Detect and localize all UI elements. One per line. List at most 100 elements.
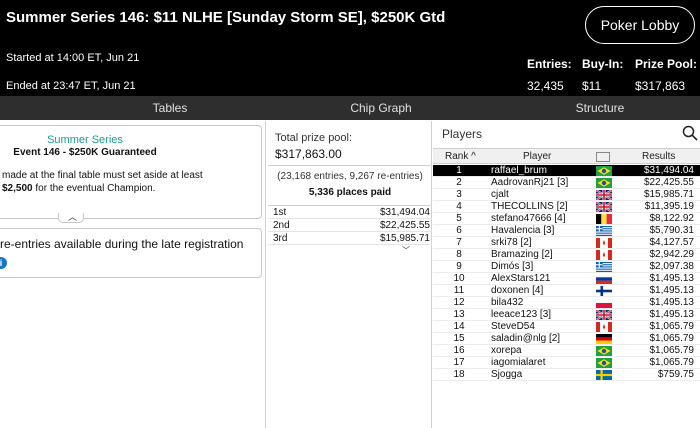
search-icon[interactable] xyxy=(682,125,698,141)
player-rank: 12 xyxy=(453,297,465,308)
player-rank: 6 xyxy=(456,225,462,236)
info-panel: Summer Series Event 146 - $250K Guarante… xyxy=(0,121,266,428)
player-result: $2,097.38 xyxy=(649,261,695,272)
started-time: Started at 14:00 ET, Jun 21 xyxy=(6,52,140,64)
player-row[interactable]: 8 Bramazing [2] $2,942.29 xyxy=(433,249,700,261)
player-row[interactable]: 1 raffael_brum $31,494.04 xyxy=(433,165,700,177)
player-row[interactable]: 11 doxonen [4] $1,495.13 xyxy=(433,285,700,297)
flag-column-header[interactable] xyxy=(596,152,610,166)
players-panel: Players Rank ^ Player Results 1 raffael_b… xyxy=(433,121,700,428)
canada-flag-icon xyxy=(596,238,612,248)
rule-amount: $2,500 xyxy=(2,183,33,194)
player-rank: 8 xyxy=(456,249,462,260)
player-name: Sjogga xyxy=(491,369,523,380)
player-row[interactable]: 2 AadrovanRj21 [3] $22,425.55 xyxy=(433,177,700,189)
player-result: $1,065.79 xyxy=(649,357,695,368)
player-rank: 7 xyxy=(456,237,462,248)
rank-column-header[interactable]: Rank ^ xyxy=(445,150,476,164)
payout-place: 1st xyxy=(273,207,287,218)
prizepool-value: $317,863 xyxy=(635,79,686,93)
player-row[interactable]: 3 cjalt $15,985.71 xyxy=(433,189,700,201)
player-column-header[interactable]: Player xyxy=(523,150,551,164)
player-row[interactable]: 18 Sjogga $759.75 xyxy=(433,369,700,381)
greece-flag-icon xyxy=(596,226,612,236)
player-result: $1,065.79 xyxy=(649,345,695,356)
player-rank: 16 xyxy=(453,345,465,356)
player-rank: 9 xyxy=(456,261,462,272)
divider xyxy=(268,165,432,166)
player-row[interactable]: 16 xorepa $1,065.79 xyxy=(433,345,700,357)
player-result: $1,495.13 xyxy=(649,285,695,296)
collapse-info-button[interactable]: ︿ xyxy=(58,212,84,223)
reentry-text: re-entries available during the late reg… xyxy=(0,237,244,251)
player-row[interactable]: 14 SteveD54 $1,065.79 xyxy=(433,321,700,333)
brazil-flag-icon xyxy=(596,178,612,188)
player-name: THECOLLINS [2] xyxy=(491,201,568,212)
player-rank: 15 xyxy=(453,333,465,344)
chevron-up-icon: ︿ xyxy=(68,212,78,222)
player-rank: 2 xyxy=(456,177,462,188)
player-result: $2,942.29 xyxy=(649,249,695,260)
prize-panel: Total prize pool: $317,863.00 (23,168 en… xyxy=(268,121,432,428)
player-name: leeace123 [3] xyxy=(491,309,552,320)
player-row[interactable]: 13 leeace123 [3] $1,495.13 xyxy=(433,309,700,321)
tournament-title: Summer Series 146: $11 NLHE [Sunday Stor… xyxy=(6,9,446,26)
tab-structure[interactable]: Structure xyxy=(500,96,700,120)
player-name: cjalt xyxy=(491,189,509,200)
player-row[interactable]: 7 srki78 [2] $4,127.57 xyxy=(433,237,700,249)
reentry-card: re-entries available during the late reg… xyxy=(0,228,262,278)
payout-row: 1st $31,494.04 xyxy=(268,206,432,219)
payout-place: 2nd xyxy=(273,220,290,231)
player-result: $5,790.31 xyxy=(649,225,695,236)
sweden-flag-icon xyxy=(596,370,612,380)
total-prize-pool-label: Total prize pool: xyxy=(275,132,353,144)
player-result: $1,495.13 xyxy=(649,297,695,308)
finland-flag-icon xyxy=(596,286,612,296)
info-icon[interactable]: i xyxy=(0,257,7,269)
russia-flag-icon xyxy=(596,274,612,284)
player-row[interactable]: 4 THECOLLINS [2] $11,395.19 xyxy=(433,201,700,213)
player-result: $8,122.92 xyxy=(649,213,695,224)
tab-tables[interactable]: Tables xyxy=(70,96,270,120)
player-result: $1,065.79 xyxy=(649,333,695,344)
player-row[interactable]: 5 stefano47666 [4] $8,122.92 xyxy=(433,213,700,225)
player-result: $1,495.13 xyxy=(649,309,695,320)
player-row[interactable]: 6 Havalencia [3] $5,790.31 xyxy=(433,225,700,237)
player-result: $31,494.04 xyxy=(643,165,694,176)
rank-header-label: Rank xyxy=(445,151,469,162)
uk-flag-icon xyxy=(596,310,612,320)
player-name: Havalencia [3] xyxy=(491,225,555,236)
entries-note: (23,168 entries, 9,267 re-entries) xyxy=(277,171,423,182)
player-rank: 13 xyxy=(453,309,465,320)
series-name: Summer Series xyxy=(47,134,123,146)
poland-flag-icon xyxy=(596,298,612,308)
tab-chip-graph[interactable]: Chip Graph xyxy=(281,96,481,120)
player-row[interactable]: 12 bila432 $1,495.13 xyxy=(433,297,700,309)
player-row[interactable]: 9 Dimós [3] $2,097.38 xyxy=(433,261,700,273)
player-row[interactable]: 10 AlexStars121 $1,495.13 xyxy=(433,273,700,285)
player-name: xorepa xyxy=(491,345,522,356)
greece-flag-icon xyxy=(596,262,612,272)
player-name: Bramazing [2] xyxy=(491,249,553,260)
uk-flag-icon xyxy=(596,202,612,212)
entries-value: 32,435 xyxy=(527,79,564,93)
results-column-header[interactable]: Results xyxy=(642,150,675,164)
tab-bar: Tables Chip Graph Structure xyxy=(0,96,700,120)
player-name: raffael_brum xyxy=(491,165,547,176)
expand-payouts-icon[interactable]: ﹀ xyxy=(402,245,410,256)
player-name: bila432 xyxy=(491,297,524,308)
player-result: $1,065.79 xyxy=(649,321,695,332)
player-row[interactable]: 15 saladin@nlg [2] $1,065.79 xyxy=(433,333,700,345)
player-row[interactable]: 17 iagomialaret $1,065.79 xyxy=(433,357,700,369)
player-result: $15,985.71 xyxy=(643,189,694,200)
germany-flag-icon xyxy=(596,334,612,344)
players-list: 1 raffael_brum $31,494.04 2 AadrovanRj21 [3]… xyxy=(433,165,700,381)
players-table-header: Rank ^ Player Results xyxy=(433,148,700,164)
tournament-header: Summer Series 146: $11 NLHE [Sunday Stor… xyxy=(0,0,700,96)
payout-place: 3rd xyxy=(273,233,288,244)
event-info-card: Summer Series Event 146 - $250K Guarante… xyxy=(0,125,262,219)
poker-lobby-button[interactable]: Poker Lobby xyxy=(585,6,695,44)
entries-label: Entries: xyxy=(527,57,572,71)
places-paid: 5,336 places paid xyxy=(308,187,392,198)
belgium-flag-icon xyxy=(596,214,612,224)
